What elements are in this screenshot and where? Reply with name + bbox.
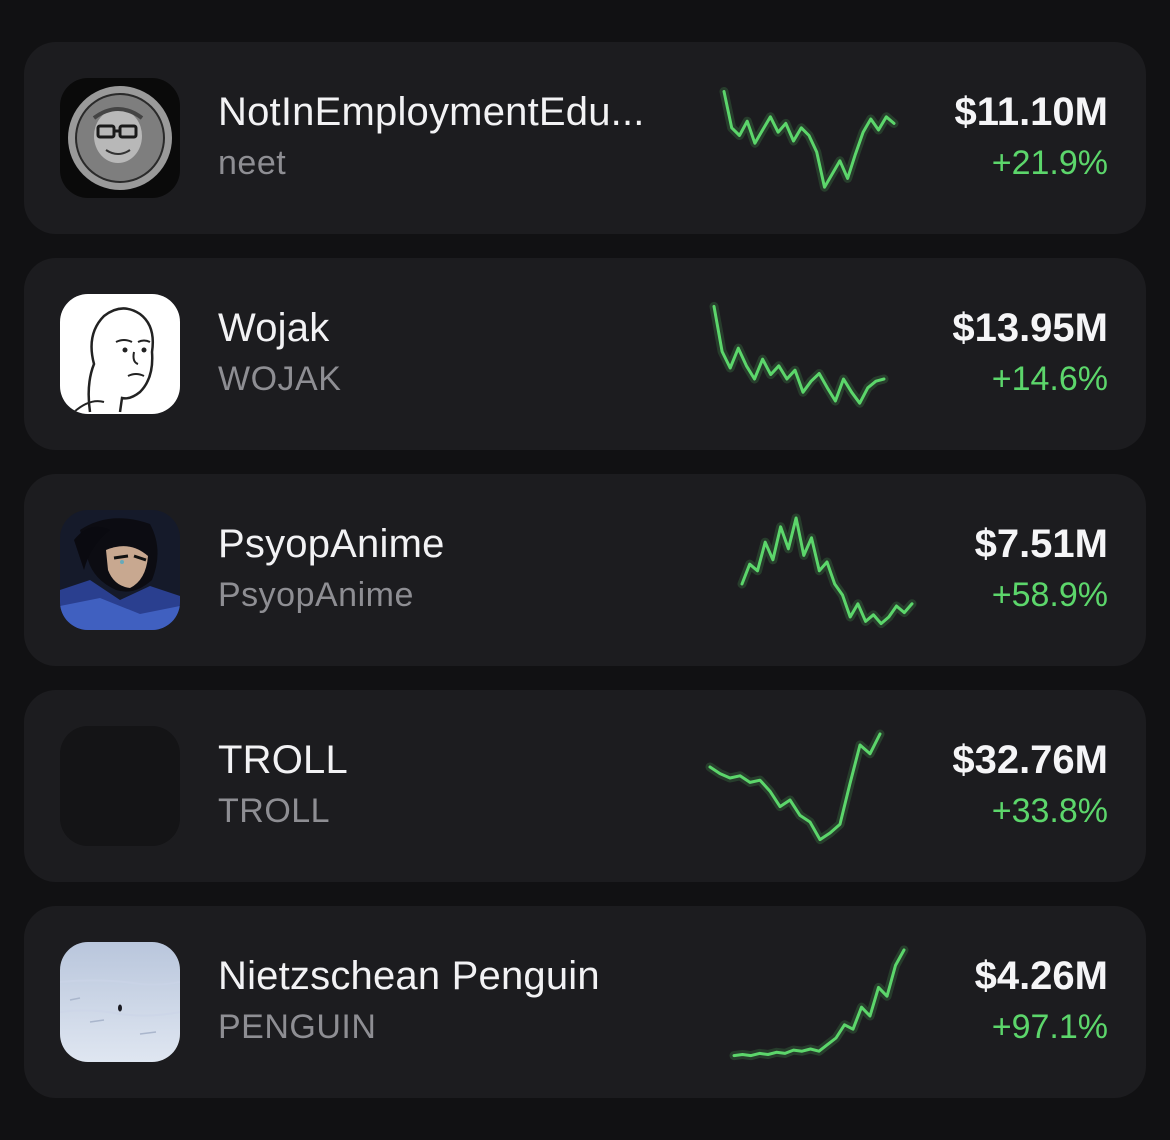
market-cap: $11.10M xyxy=(954,90,1108,134)
token-row-neet[interactable]: NotInEmploymentEdu... neet $11.10M +21.9… xyxy=(24,42,1146,234)
percent-change: +58.9% xyxy=(991,576,1108,614)
sparkline-glow xyxy=(737,513,917,629)
price-sparkline xyxy=(719,87,899,192)
percent-change: +21.9% xyxy=(991,144,1108,182)
price-sparkline xyxy=(705,729,885,845)
token-row-penguin[interactable]: Nietzschean Penguin PENGUIN $4.26M +97.1… xyxy=(24,906,1146,1098)
percent-change: +97.1% xyxy=(991,1008,1108,1046)
price-sparkline xyxy=(737,513,917,629)
token-name: Wojak xyxy=(218,306,330,350)
token-ticker: PsyopAnime xyxy=(218,576,414,614)
token-row-wojak[interactable]: Wojak WOJAK $13.95M +14.6% xyxy=(24,258,1146,450)
token-name: PsyopAnime xyxy=(218,522,445,566)
anime-avatar-icon xyxy=(60,510,180,630)
penguin-avatar-icon xyxy=(60,942,180,1062)
token-ticker: PENGUIN xyxy=(218,1008,377,1046)
price-sparkline xyxy=(729,945,909,1061)
market-cap: $4.26M xyxy=(974,954,1108,998)
market-cap: $13.95M xyxy=(952,306,1108,350)
market-cap: $32.76M xyxy=(952,738,1108,782)
price-sparkline xyxy=(709,301,889,408)
wojak-avatar-icon xyxy=(60,294,180,414)
sparkline-glow xyxy=(709,301,889,408)
token-row-troll[interactable]: TROLL TROLL $32.76M +33.8% xyxy=(24,690,1146,882)
troll-avatar-icon xyxy=(60,726,180,846)
neet-avatar-icon xyxy=(60,78,180,198)
percent-change: +33.8% xyxy=(991,792,1108,830)
sparkline-glow xyxy=(705,729,885,845)
token-ticker: TROLL xyxy=(218,792,331,830)
token-name: Nietzschean Penguin xyxy=(218,954,600,998)
sparkline-glow xyxy=(729,945,909,1061)
market-cap: $7.51M xyxy=(974,522,1108,566)
token-name: NotInEmploymentEdu... xyxy=(218,90,645,134)
token-ticker: neet xyxy=(218,144,287,182)
token-name: TROLL xyxy=(218,738,348,782)
token-row-psyopanime[interactable]: PsyopAnime PsyopAnime $7.51M +58.9% xyxy=(24,474,1146,666)
percent-change: +14.6% xyxy=(991,360,1108,398)
token-ticker: WOJAK xyxy=(218,360,342,398)
sparkline-glow xyxy=(719,87,899,192)
